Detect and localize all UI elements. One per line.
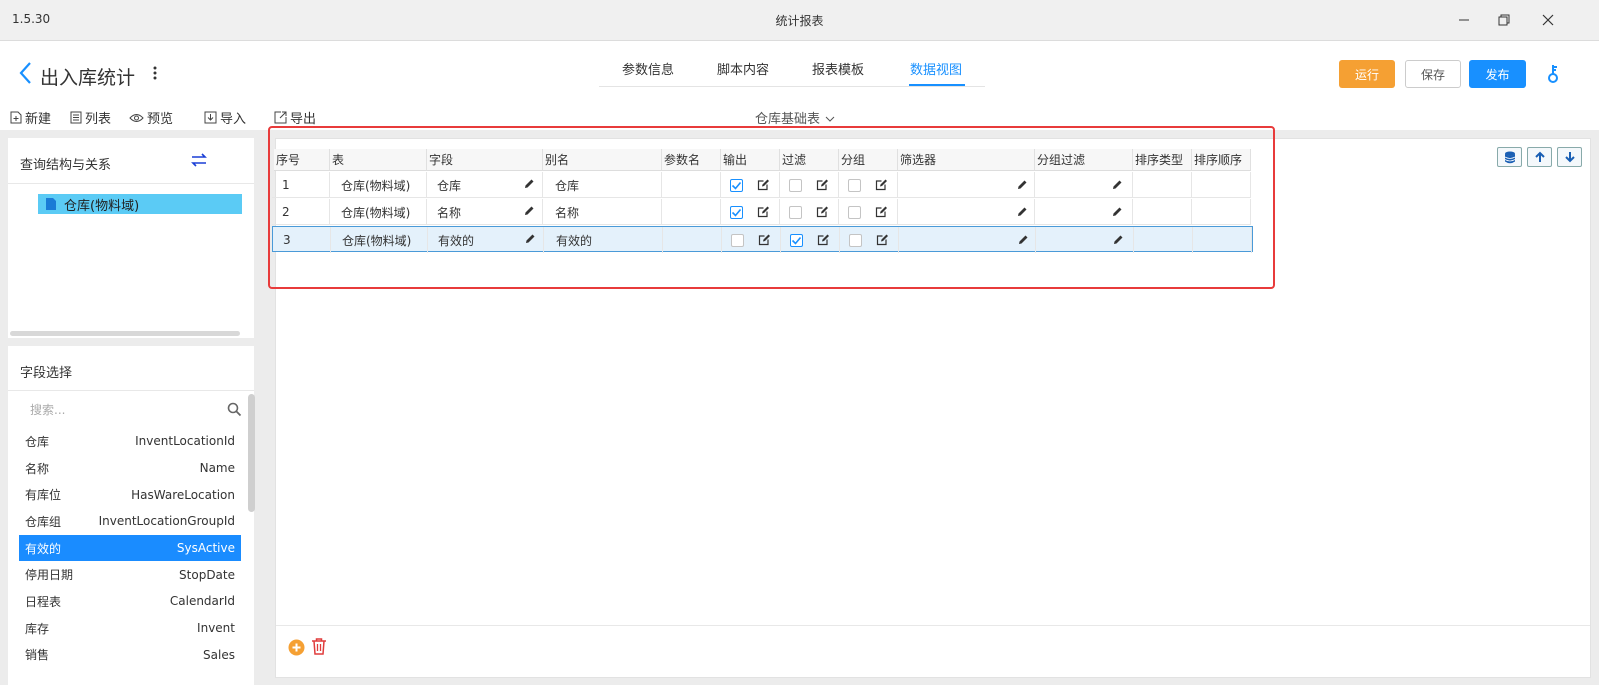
query-panel-title: 查询结构与关系 bbox=[20, 158, 112, 173]
field-label: 仓库组 bbox=[25, 514, 62, 529]
field-selection-panel: 字段选择 仓库 InventLocationId 名称 Name 有库位 HasWar… bbox=[8, 346, 255, 685]
minimize-button[interactable] bbox=[1446, 6, 1482, 34]
list-label: 列表 bbox=[85, 112, 112, 127]
import-label: 导入 bbox=[220, 112, 247, 127]
field-label: 停用日期 bbox=[25, 568, 74, 583]
field-item[interactable]: 销售 Sales bbox=[19, 642, 241, 669]
more-vertical-icon[interactable] bbox=[150, 63, 160, 83]
field-label: 库存 bbox=[25, 621, 50, 636]
tab-report-template[interactable]: 报表模板 bbox=[812, 59, 864, 78]
close-icon bbox=[1542, 14, 1554, 26]
field-label: 仓库 bbox=[25, 434, 50, 449]
export-icon bbox=[274, 111, 287, 124]
field-code: Sales bbox=[203, 647, 235, 662]
run-button[interactable]: 运行 bbox=[1339, 60, 1395, 88]
page-title: 出入库统计 bbox=[40, 67, 136, 89]
new-label: 新建 bbox=[25, 112, 52, 127]
tab-data-view[interactable]: 数据视图 bbox=[910, 59, 962, 78]
file-icon bbox=[46, 198, 56, 210]
field-search bbox=[26, 400, 246, 422]
field-code: Name bbox=[199, 461, 235, 476]
tab-param-info[interactable]: 参数信息 bbox=[622, 59, 674, 78]
field-item-selected[interactable]: 有效的 SysActive bbox=[19, 534, 241, 562]
field-item[interactable]: 名称 Name bbox=[19, 455, 241, 482]
move-down-button[interactable] bbox=[1557, 147, 1582, 167]
active-tab-underline bbox=[909, 84, 965, 86]
import-icon bbox=[204, 111, 217, 124]
save-button[interactable]: 保存 bbox=[1405, 60, 1461, 88]
export-label: 导出 bbox=[290, 112, 317, 127]
list-button[interactable]: 列表 bbox=[70, 108, 111, 127]
tab-script-content[interactable]: 脚本内容 bbox=[717, 59, 769, 78]
database-button[interactable] bbox=[1497, 147, 1522, 167]
field-item[interactable]: 仓库组 InventLocationGroupId bbox=[19, 508, 241, 535]
back-chevron-icon[interactable] bbox=[16, 61, 36, 85]
query-structure-panel: 查询结构与关系 仓库(物料域) bbox=[8, 138, 254, 338]
publish-button[interactable]: 发布 bbox=[1469, 60, 1526, 88]
divider bbox=[8, 183, 254, 184]
field-item[interactable]: 有库位 HasWareLocation bbox=[19, 481, 241, 508]
table-selector[interactable]: 仓库基础表 bbox=[755, 108, 835, 127]
close-button[interactable] bbox=[1530, 6, 1566, 34]
field-label: 有效的 bbox=[25, 541, 62, 556]
view-tabs: 参数信息 脚本内容 报表模板 数据视图 bbox=[599, 49, 985, 87]
field-item[interactable]: 日程表 CalendarId bbox=[19, 588, 241, 615]
window-titlebar: 1.5.30 统计报表 bbox=[0, 0, 1599, 41]
horizontal-scrollbar[interactable] bbox=[10, 331, 240, 336]
vertical-scrollbar[interactable] bbox=[248, 394, 255, 512]
field-code: StopDate bbox=[179, 567, 235, 582]
divider bbox=[8, 390, 254, 391]
minimize-icon bbox=[1459, 19, 1469, 21]
arrow-up-icon bbox=[1534, 151, 1545, 162]
field-code: Invent bbox=[197, 621, 235, 636]
preview-label: 预览 bbox=[147, 112, 174, 127]
grid-tools bbox=[1497, 147, 1582, 167]
toolbar: 新建 列表 预览 导入 导出 仓库基础表 bbox=[0, 104, 1599, 128]
field-code: InventLocationGroupId bbox=[98, 514, 235, 529]
window-title: 统计报表 bbox=[775, 14, 824, 28]
table-selector-label: 仓库基础表 bbox=[755, 112, 821, 127]
search-icon[interactable] bbox=[227, 402, 242, 417]
eye-icon bbox=[129, 113, 144, 122]
new-file-icon bbox=[10, 111, 22, 124]
preview-button[interactable]: 预览 bbox=[129, 108, 173, 127]
trash-icon[interactable] bbox=[311, 637, 327, 655]
field-label: 日程表 bbox=[25, 594, 62, 609]
field-label: 有库位 bbox=[25, 488, 62, 503]
restore-icon bbox=[1498, 14, 1510, 26]
field-search-input[interactable] bbox=[26, 400, 206, 420]
field-label: 销售 bbox=[25, 648, 50, 663]
field-item[interactable]: 停用日期 StopDate bbox=[19, 561, 241, 588]
swap-icon[interactable] bbox=[190, 152, 208, 168]
list-icon bbox=[70, 111, 82, 124]
chevron-down-icon bbox=[825, 116, 835, 122]
field-panel-title: 字段选择 bbox=[20, 366, 73, 381]
highlight-box bbox=[268, 126, 1275, 289]
divider bbox=[276, 625, 1590, 626]
restore-button[interactable] bbox=[1486, 6, 1522, 34]
move-up-button[interactable] bbox=[1527, 147, 1552, 167]
arrow-down-icon bbox=[1564, 152, 1575, 163]
field-label: 名称 bbox=[25, 461, 50, 476]
field-list: 仓库 InventLocationId 名称 Name 有库位 HasWareLoca… bbox=[19, 428, 241, 668]
field-item[interactable]: 仓库 InventLocationId bbox=[19, 428, 241, 455]
field-code: SysActive bbox=[176, 541, 235, 556]
database-icon bbox=[1504, 151, 1515, 163]
import-button[interactable]: 导入 bbox=[204, 108, 246, 127]
page-header: 出入库统计 参数信息 脚本内容 报表模板 数据视图 运行 保存 发布 bbox=[0, 41, 1599, 101]
tree-node-label: 仓库(物料域) bbox=[64, 198, 140, 214]
tree-node-warehouse[interactable]: 仓库(物料域) bbox=[38, 194, 242, 214]
field-code: HasWareLocation bbox=[131, 487, 235, 502]
key-icon[interactable] bbox=[1544, 63, 1562, 85]
field-code: InventLocationId bbox=[135, 434, 235, 449]
add-circle-icon[interactable] bbox=[288, 639, 305, 656]
export-button[interactable]: 导出 bbox=[274, 108, 316, 127]
field-item[interactable]: 库存 Invent bbox=[19, 615, 241, 642]
new-button[interactable]: 新建 bbox=[10, 108, 51, 127]
field-code: CalendarId bbox=[169, 594, 235, 609]
